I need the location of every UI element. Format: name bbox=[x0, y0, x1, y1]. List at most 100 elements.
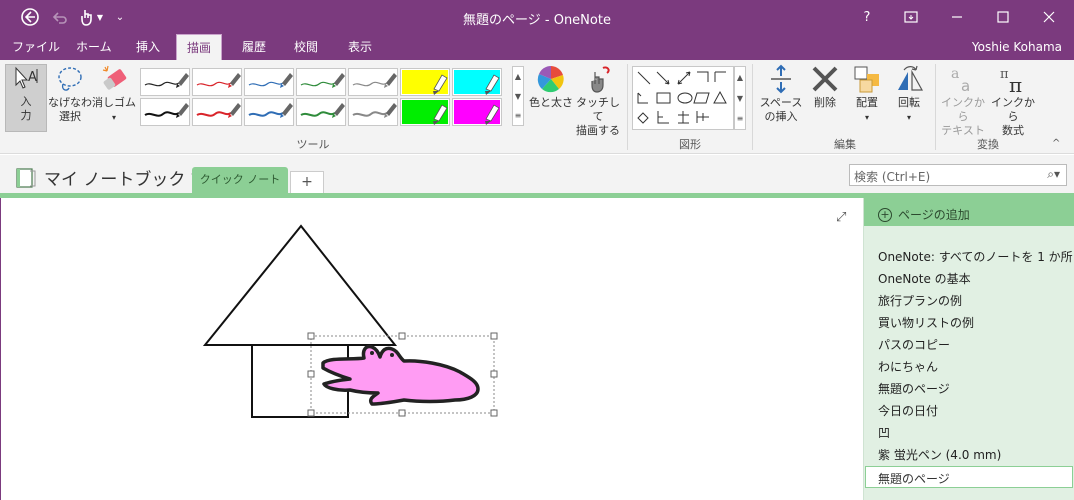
pen-swatch[interactable] bbox=[140, 68, 190, 96]
eraser-label: 消しゴム bbox=[92, 96, 136, 109]
page-item[interactable]: OneNote: すべてのノートを 1 か所 bbox=[878, 248, 1073, 265]
pen-swatch[interactable] bbox=[192, 98, 242, 126]
touch-label-2: 描画する bbox=[576, 124, 620, 137]
page-item[interactable]: 今日の日付 bbox=[878, 402, 938, 419]
pen-swatch[interactable] bbox=[244, 98, 294, 126]
touch-mode-button[interactable]: ▼ bbox=[76, 6, 106, 28]
shapes-gallery-scroll[interactable]: ▲ ▼ ≡ bbox=[734, 66, 746, 130]
page-item[interactable]: パスのコピー bbox=[878, 336, 950, 353]
tab-draw[interactable]: 描画 bbox=[176, 34, 223, 60]
color-wheel-icon bbox=[537, 66, 564, 93]
page-item[interactable]: OneNote の基本 bbox=[878, 270, 971, 287]
pen-swatch[interactable] bbox=[348, 98, 398, 126]
ink-to-text-button[interactable]: aa インクから テキスト bbox=[938, 64, 988, 138]
page-item[interactable]: わにちゃん bbox=[878, 358, 938, 375]
scroll-down-icon: ▼ bbox=[514, 92, 522, 101]
expand-gallery-icon: ≡ bbox=[514, 111, 522, 120]
highlighter-icon bbox=[402, 70, 448, 95]
collapse-ribbon-button[interactable]: ^ bbox=[1052, 138, 1060, 149]
pen-icon bbox=[196, 73, 241, 88]
delete-button[interactable]: 削除 bbox=[806, 64, 844, 110]
page-item[interactable]: 無題のページ bbox=[878, 380, 950, 397]
group-separator bbox=[935, 64, 936, 150]
highlighter-swatch[interactable] bbox=[452, 98, 502, 126]
page-item[interactable]: 旅行プランの例 bbox=[878, 292, 962, 309]
pen-icon bbox=[196, 103, 241, 118]
tools-group-label: ツール bbox=[296, 138, 330, 151]
tab-review[interactable]: 校閲 bbox=[284, 34, 328, 60]
rotate-button[interactable]: 回転 ▾ bbox=[888, 64, 930, 125]
pen-icon bbox=[144, 103, 189, 118]
crocodile-drawing[interactable] bbox=[321, 344, 480, 406]
highlighter-swatch[interactable] bbox=[452, 68, 502, 96]
drawing-area[interactable] bbox=[0, 198, 863, 500]
expand-gallery-icon: ≡ bbox=[736, 114, 744, 123]
close-icon bbox=[1043, 11, 1055, 23]
shapes-gallery[interactable] bbox=[632, 66, 734, 130]
insert-space-label-1: スペース bbox=[759, 96, 803, 109]
rotate-label: 回転 bbox=[898, 96, 920, 109]
minimize-icon bbox=[952, 16, 962, 18]
lasso-select-button[interactable]: なげなわ 選択 bbox=[48, 64, 92, 124]
customize-qat-button[interactable]: ⌄ bbox=[112, 6, 128, 28]
pen-icon bbox=[248, 103, 293, 118]
page-item[interactable]: 紫 蛍光ペン (4.0 mm) bbox=[878, 446, 1001, 463]
ribbon-display-icon bbox=[904, 11, 918, 23]
tab-view[interactable]: 表示 bbox=[338, 34, 382, 60]
tab-insert[interactable]: 挿入 bbox=[126, 34, 170, 60]
pen-icon bbox=[300, 73, 345, 88]
notebook-selector[interactable]: マイ ノートブック ▼ bbox=[14, 165, 199, 190]
pen-gallery-scroll[interactable]: ▲ ▼ ≡ bbox=[512, 66, 524, 126]
scroll-up-icon: ▲ bbox=[514, 72, 522, 81]
tab-home[interactable]: ホーム bbox=[66, 34, 122, 60]
group-separator bbox=[627, 64, 628, 150]
insert-space-button[interactable]: スペース の挿入 bbox=[757, 64, 805, 124]
highlighter-swatch[interactable] bbox=[400, 98, 450, 126]
minimize-button[interactable] bbox=[934, 0, 980, 34]
page-item-selected[interactable]: 無題のページ bbox=[865, 466, 1073, 488]
pen-swatch[interactable] bbox=[348, 68, 398, 96]
pen-swatch[interactable] bbox=[140, 98, 190, 126]
tab-history[interactable]: 履歴 bbox=[232, 34, 276, 60]
chevron-down-icon: ▾ bbox=[864, 113, 869, 122]
cursor-text-icon: A bbox=[15, 66, 38, 89]
arrange-icon bbox=[854, 66, 879, 93]
color-width-label: 色と太さ bbox=[529, 96, 573, 109]
draw-with-touch-button[interactable]: タッチして 描画する bbox=[574, 64, 622, 138]
ink-to-math-button[interactable]: ππ インクから 数式 bbox=[988, 64, 1038, 138]
add-page-label: ページの追加 bbox=[898, 208, 970, 222]
add-section-button[interactable]: + bbox=[290, 171, 324, 193]
page-canvas[interactable] bbox=[0, 198, 863, 500]
section-tab-quick-notes[interactable]: クイック ノート bbox=[192, 167, 288, 193]
svg-text:π: π bbox=[1009, 73, 1022, 94]
user-name[interactable]: Yoshie Kohama bbox=[972, 40, 1062, 54]
add-page-button[interactable]: + ページの追加 bbox=[864, 198, 1074, 226]
convert-group-label: 変換 bbox=[977, 138, 999, 151]
search-box[interactable]: 検索 (Ctrl+E) ⌕▾ bbox=[849, 164, 1067, 186]
roof-triangle[interactable] bbox=[202, 224, 398, 346]
pen-swatch[interactable] bbox=[244, 68, 294, 96]
window-border bbox=[0, 198, 1, 500]
pen-swatch[interactable] bbox=[296, 98, 346, 126]
page-item[interactable]: 凹 bbox=[878, 424, 890, 441]
pen-swatch[interactable] bbox=[192, 68, 242, 96]
maximize-button[interactable] bbox=[980, 0, 1026, 34]
eraser-button[interactable]: 消しゴム ▾ bbox=[92, 64, 136, 125]
page-item[interactable]: 買い物リストの例 bbox=[878, 314, 974, 331]
undo-button[interactable] bbox=[48, 6, 72, 28]
expand-page-icon[interactable]: ⤢ bbox=[836, 210, 846, 225]
tab-file[interactable]: ファイル bbox=[2, 34, 70, 60]
back-button[interactable] bbox=[18, 6, 42, 28]
color-width-button[interactable]: 色と太さ bbox=[528, 64, 574, 110]
ribbon-display-button[interactable] bbox=[888, 0, 934, 34]
type-tool-button[interactable]: A 入 力 bbox=[5, 64, 47, 132]
highlighter-swatch[interactable] bbox=[400, 68, 450, 96]
pen-swatch[interactable] bbox=[296, 68, 346, 96]
arrange-button[interactable]: 配置 ▾ bbox=[846, 64, 888, 125]
close-button[interactable] bbox=[1026, 0, 1072, 34]
help-button[interactable]: ? bbox=[844, 0, 890, 34]
chevron-up-icon: ^ bbox=[1052, 138, 1061, 149]
eraser-icon bbox=[102, 65, 127, 90]
scroll-down-icon: ▼ bbox=[736, 94, 744, 103]
notebook-name: マイ ノートブック bbox=[44, 170, 186, 190]
